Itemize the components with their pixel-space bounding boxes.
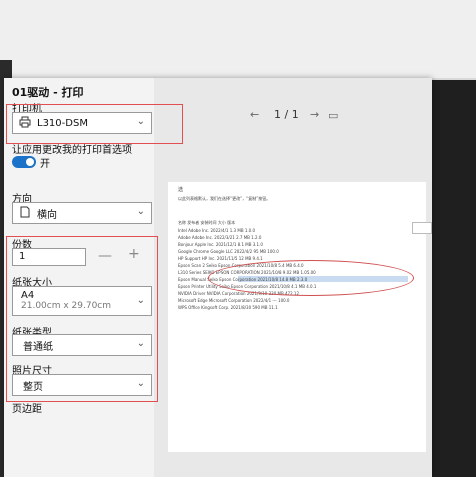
doc-line: Microsoft Edge Microsoft Corporation 202… bbox=[178, 298, 290, 303]
doc-line: 以此列表格默认，我们在选择“更改”，“复制”按钮。 bbox=[178, 196, 271, 201]
fit-page-icon[interactable]: ▭ bbox=[328, 109, 338, 122]
annotation-settings-box bbox=[6, 236, 158, 402]
doc-line: 选 bbox=[178, 187, 184, 193]
doc-line: WPS Office Kingsoft Corp. 2021/8/30 590 … bbox=[178, 305, 278, 310]
orientation-value: 横向 bbox=[37, 209, 57, 221]
doc-line: 名称 发布者 安装时间 大小 版本 bbox=[178, 220, 236, 225]
doc-line: Adobe Adobe Inc. 2022/3/21 2.7 MB 1.2.0 bbox=[178, 235, 262, 240]
background-window-top bbox=[0, 0, 476, 78]
preview-page: 选 以此列表格默认，我们在选择“更改”，“复制”按钮。 名称 发布者 安装时间 … bbox=[168, 182, 426, 452]
page-orientation-icon bbox=[19, 206, 31, 221]
dialog-title: 01驱动 - 打印 bbox=[12, 86, 84, 99]
next-page-button[interactable]: → bbox=[310, 108, 319, 121]
previous-page-button[interactable]: ← bbox=[250, 108, 259, 121]
chevron-down-icon: ⌄ bbox=[136, 206, 145, 217]
doc-line: Intel Adobe Inc. 2022/4/1 1.3 MB 1.0.0 bbox=[178, 228, 256, 233]
print-dialog: 01驱动 - 打印 打印机 L310-DSM ⌄ 让应用更改我的打印首选项 开 … bbox=[4, 78, 432, 477]
page-indicator: 1 / 1 bbox=[274, 108, 299, 121]
annotation-printer-box bbox=[6, 104, 183, 144]
doc-line: Bonjour Apple Inc. 2021/12/1 8.1 MB 3.1.… bbox=[178, 242, 263, 247]
annotation-ellipse bbox=[208, 260, 414, 296]
doc-line: HP Support HP Inc. 2021/11/5 12 MB 9.4.1 bbox=[178, 256, 263, 261]
background-window-thumbnail bbox=[412, 222, 432, 234]
toggle-knob bbox=[26, 158, 34, 166]
doc-line: Google Chrome Google LLC 2022/4/2 95 MB … bbox=[178, 249, 279, 254]
print-preview-panel: ← 1 / 1 → ▭ 选 以此列表格默认，我们在选择“更改”，“复制”按钮。 … bbox=[154, 78, 432, 477]
toggle-state-label: 开 bbox=[40, 159, 50, 170]
more-settings-label: 页边距 bbox=[12, 404, 42, 415]
background-window-right bbox=[432, 80, 476, 477]
orientation-select[interactable]: 横向 ⌄ bbox=[12, 202, 152, 224]
app-preference-toggle[interactable] bbox=[12, 156, 36, 168]
